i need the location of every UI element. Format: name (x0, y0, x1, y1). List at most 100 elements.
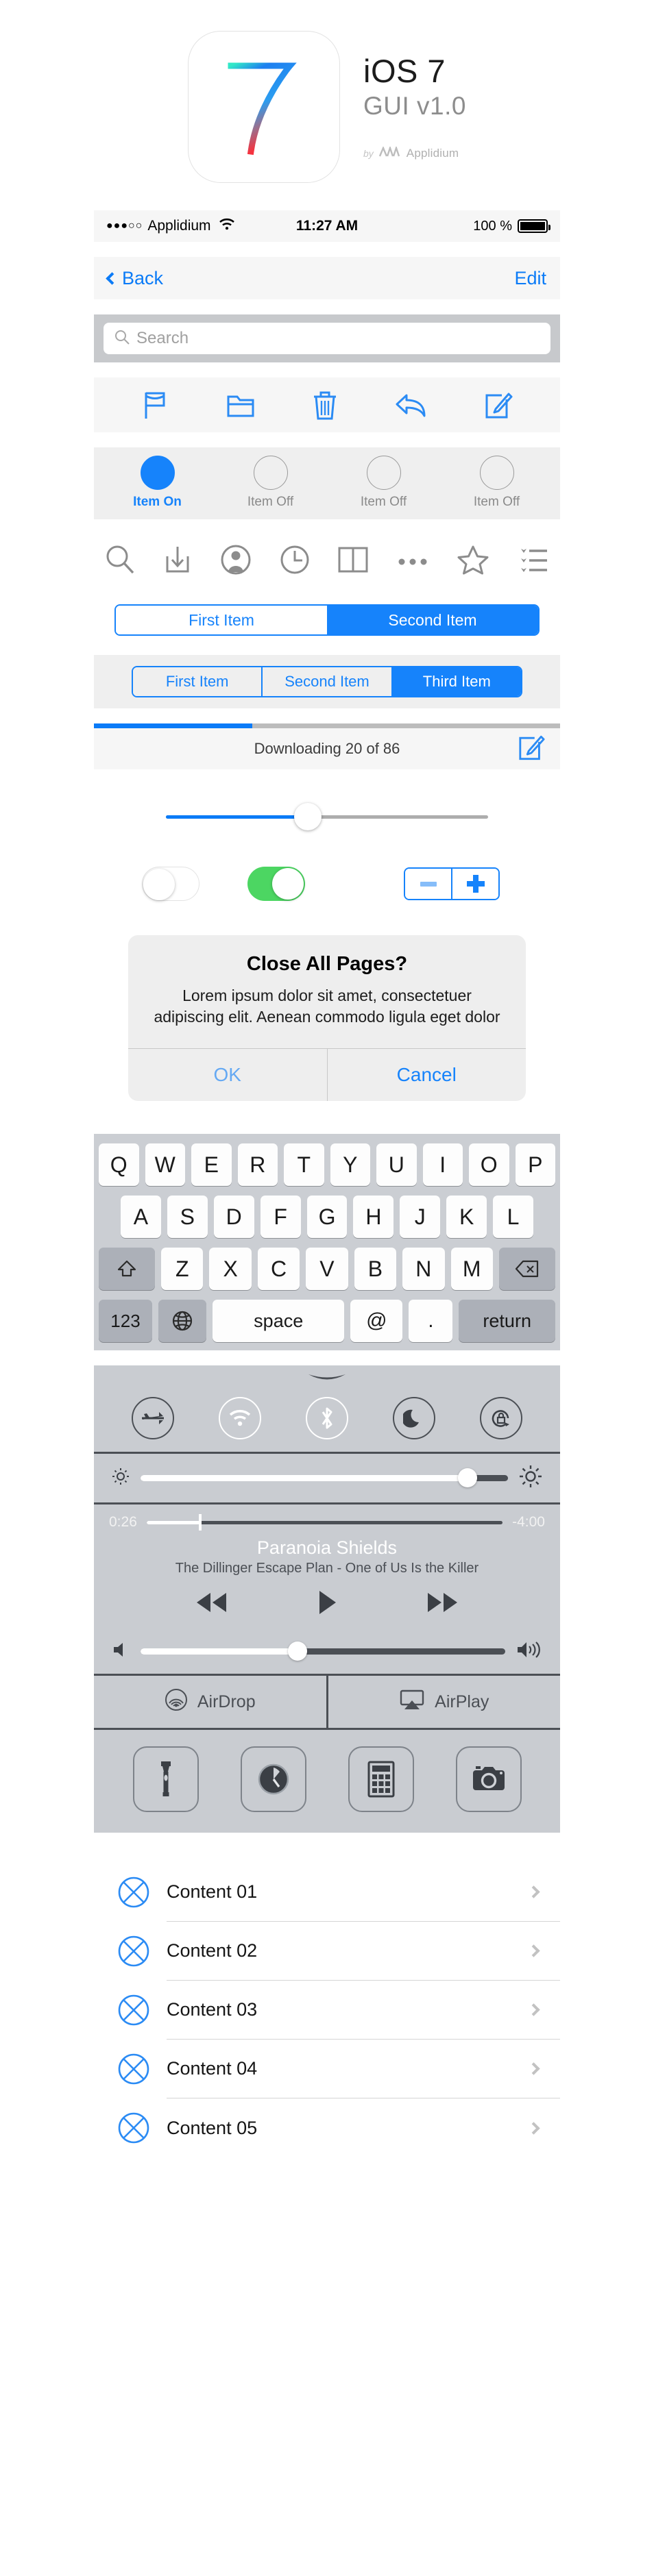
clock-icon[interactable] (280, 545, 310, 575)
airplane-mode-toggle[interactable] (131, 1397, 174, 1440)
slider-knob[interactable] (293, 803, 322, 830)
key-t[interactable]: T (284, 1143, 324, 1187)
music-scrubber-knob[interactable] (198, 1513, 202, 1531)
brightness-slider[interactable] (141, 1468, 508, 1488)
key-w[interactable]: W (145, 1143, 185, 1187)
key-m[interactable]: M (450, 1248, 493, 1291)
book-icon[interactable] (337, 545, 369, 574)
list-item[interactable]: Content 04 (94, 2040, 560, 2099)
list-item[interactable]: Content 01 (94, 1863, 560, 1922)
radio-item-2[interactable]: Item Off (327, 456, 440, 510)
list-item[interactable]: Content 05 (94, 2098, 560, 2157)
do-not-disturb-toggle[interactable] (393, 1397, 436, 1440)
toolbar-module (94, 377, 560, 432)
music-scrubber[interactable] (146, 1513, 503, 1531)
key-i[interactable]: I (422, 1143, 463, 1187)
star-icon[interactable] (457, 544, 489, 575)
key-x[interactable]: X (209, 1248, 252, 1291)
globe-key[interactable] (158, 1300, 206, 1343)
search-input[interactable]: Search (104, 323, 550, 354)
folder-icon[interactable] (226, 391, 256, 419)
key-s[interactable]: S (167, 1196, 208, 1239)
ellipsis-icon[interactable] (397, 553, 428, 567)
search-icon[interactable] (105, 544, 135, 575)
key-p[interactable]: P (515, 1143, 555, 1187)
airplay-button[interactable]: AirPlay (328, 1676, 561, 1728)
segment-second-item[interactable]: Second Item (327, 606, 538, 634)
reply-icon[interactable] (394, 391, 427, 419)
shift-key[interactable] (99, 1248, 155, 1291)
key-u[interactable]: U (376, 1143, 417, 1187)
key-o[interactable]: O (469, 1143, 509, 1187)
slider-control[interactable] (166, 802, 488, 831)
at-key[interactable]: @ (350, 1300, 403, 1343)
list-item[interactable]: Content 03 (94, 1981, 560, 2040)
key-b[interactable]: B (354, 1248, 397, 1291)
airdrop-button[interactable]: AirDrop (94, 1676, 328, 1729)
key-r[interactable]: R (237, 1143, 278, 1187)
period-key[interactable]: . (409, 1300, 453, 1343)
key-h[interactable]: H (353, 1196, 394, 1239)
edit-button[interactable]: Edit (514, 268, 546, 289)
radio-item-0[interactable]: Item On (101, 456, 214, 510)
segment-third-item[interactable]: Third Item (392, 667, 521, 696)
key-c[interactable]: C (257, 1248, 300, 1291)
segment-first-item[interactable]: First Item (116, 606, 327, 634)
bookmark-list-icon[interactable] (518, 545, 549, 575)
key-y[interactable]: Y (330, 1143, 370, 1187)
key-z[interactable]: Z (161, 1248, 204, 1291)
flag-icon[interactable] (141, 390, 169, 420)
brightness-knob[interactable] (458, 1468, 478, 1488)
download-icon[interactable] (163, 544, 192, 575)
switch-off[interactable] (142, 867, 199, 901)
key-v[interactable]: V (306, 1248, 348, 1291)
wifi-icon (229, 1410, 250, 1426)
key-k[interactable]: K (446, 1196, 487, 1239)
bluetooth-toggle[interactable] (305, 1397, 348, 1440)
alert-ok-button[interactable]: OK (128, 1049, 327, 1101)
signal-dots-icon: ●●●○○ (106, 220, 143, 232)
radio-item-3[interactable]: Item Off (440, 456, 553, 510)
wifi-toggle[interactable] (218, 1397, 261, 1440)
calculator-shortcut[interactable] (348, 1746, 414, 1813)
return-key[interactable]: return (459, 1300, 555, 1343)
compose-icon[interactable] (484, 390, 513, 420)
compose-icon[interactable] (518, 733, 545, 765)
numbers-key[interactable]: 123 (99, 1300, 152, 1343)
rotation-lock-toggle[interactable] (480, 1397, 523, 1440)
key-g[interactable]: G (306, 1196, 348, 1239)
delete-key[interactable] (499, 1248, 555, 1291)
radio-item-1[interactable]: Item Off (214, 456, 327, 510)
switch-knob (272, 868, 304, 900)
fast-forward-icon[interactable] (424, 1590, 461, 1618)
switch-on[interactable] (247, 867, 305, 901)
volume-slider[interactable] (141, 1642, 505, 1661)
timer-shortcut[interactable] (240, 1746, 306, 1813)
grabber-handle[interactable] (94, 1365, 560, 1387)
back-button[interactable]: Back (106, 268, 163, 289)
key-l[interactable]: L (493, 1196, 534, 1239)
key-d[interactable]: D (213, 1196, 254, 1239)
key-j[interactable]: J (400, 1196, 441, 1239)
stepper-minus-button[interactable] (405, 869, 452, 899)
key-f[interactable]: F (260, 1196, 301, 1239)
contact-icon[interactable] (220, 544, 252, 575)
play-icon[interactable] (315, 1589, 339, 1620)
volume-knob[interactable] (287, 1642, 307, 1661)
list-item[interactable]: Content 02 (94, 1922, 560, 1981)
segment-second-item[interactable]: Second Item (263, 667, 393, 696)
trash-icon[interactable] (313, 389, 337, 421)
segment-first-item[interactable]: First Item (133, 667, 263, 696)
ios7-gui-kit-page: iOS 7 GUI v1.0 by Applidium ●●●○○ Applid… (0, 0, 654, 2200)
flashlight-shortcut[interactable] (132, 1746, 199, 1813)
alert-cancel-button[interactable]: Cancel (326, 1049, 526, 1102)
key-a[interactable]: A (121, 1196, 161, 1239)
stepper-plus-button[interactable] (452, 869, 498, 899)
camera-shortcut[interactable] (455, 1746, 522, 1813)
chevron-right-icon (527, 2121, 540, 2135)
key-n[interactable]: N (402, 1248, 445, 1291)
key-q[interactable]: Q (99, 1143, 139, 1187)
space-key[interactable]: space (213, 1300, 345, 1343)
rewind-icon[interactable] (193, 1590, 230, 1618)
key-e[interactable]: E (191, 1143, 232, 1187)
